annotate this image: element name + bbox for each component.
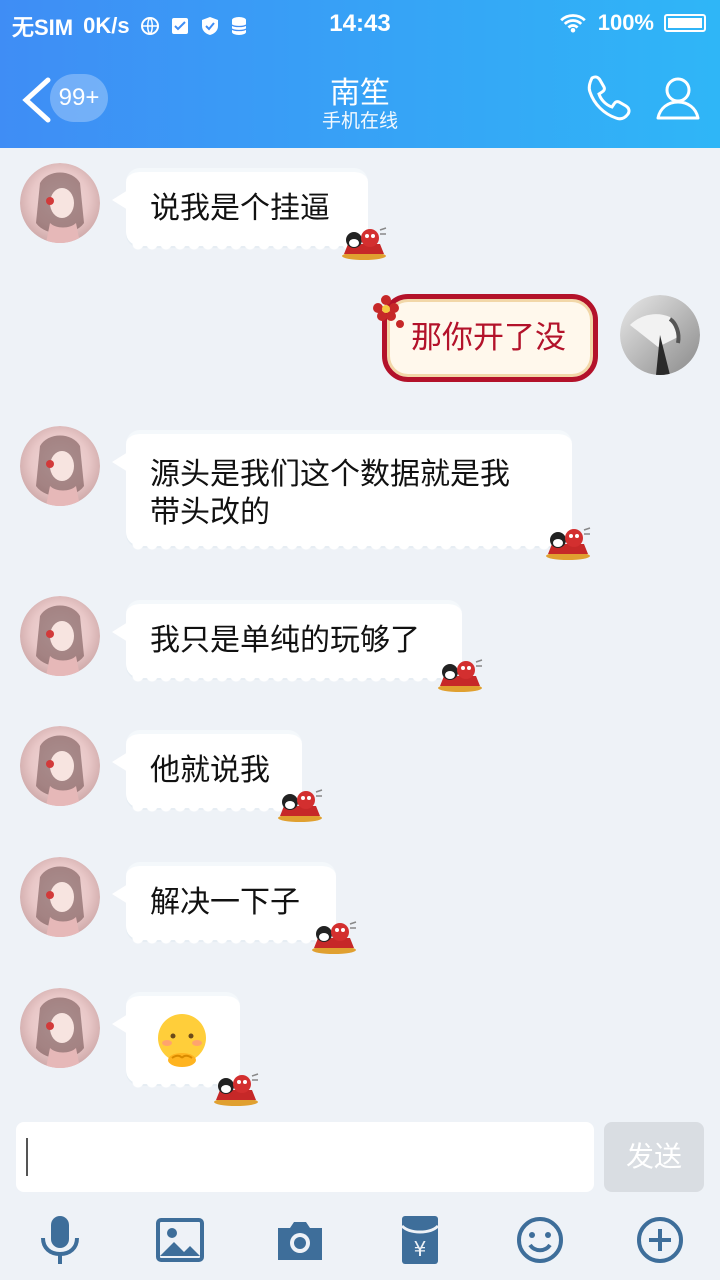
battery-percent: 100% [597, 10, 654, 35]
penguin-sled-sticker-icon [213, 1073, 259, 1106]
penguin-sled-sticker-icon [545, 527, 591, 560]
chat-header: 无SIM 0K/s 14:43 100% 99+ 南笙 手机在线 [0, 0, 720, 148]
message-bubble[interactable]: 我只是单纯的玩够了 [112, 600, 462, 688]
plum-blossom-icon [373, 295, 404, 328]
message-bubble[interactable]: 解决一下子 [112, 862, 336, 950]
battery-icon [664, 14, 706, 32]
send-button[interactable]: 发送 [604, 1122, 704, 1192]
plus-icon[interactable] [632, 1212, 688, 1268]
emoji-icon[interactable] [512, 1212, 568, 1268]
camera-icon[interactable] [272, 1212, 328, 1268]
message-text: 我只是单纯的玩够了 [150, 623, 420, 658]
phone-icon[interactable] [580, 70, 636, 126]
my-avatar[interactable] [620, 295, 700, 375]
message-text-line: 源头是我们这个数据就是我 [150, 457, 510, 492]
contact-avatar[interactable] [20, 426, 100, 506]
message-text-line: 带头改的 [150, 495, 270, 530]
image-icon[interactable] [152, 1212, 208, 1268]
message-text: 说我是个挂逼 [150, 191, 330, 226]
svg-text:¥: ¥ [414, 1237, 427, 1261]
wifi-icon [559, 14, 586, 33]
penguin-sled-sticker-icon [311, 921, 357, 954]
message-bubble[interactable]: 那你开了没 [382, 294, 598, 382]
status-bar: 无SIM 0K/s 14:43 100% [0, 0, 720, 48]
contact-avatar[interactable] [20, 163, 100, 243]
message-bubble[interactable] [112, 992, 240, 1094]
penguin-sled-sticker-icon [277, 789, 323, 822]
message-text: 解决一下子 [150, 885, 300, 920]
contact-avatar[interactable] [20, 857, 100, 937]
message-text: 那你开了没 [411, 320, 566, 356]
profile-icon[interactable] [650, 70, 706, 126]
message-text: 他就说我 [150, 753, 270, 788]
red-packet-icon[interactable]: ¥ [392, 1212, 448, 1268]
message-bubble[interactable]: 源头是我们这个数据就是我 带头改的 [112, 430, 572, 556]
penguin-sled-sticker-icon [341, 227, 387, 260]
penguin-sled-sticker-icon [437, 659, 483, 692]
message-input[interactable] [16, 1122, 594, 1192]
message-bubble[interactable]: 说我是个挂逼 [112, 168, 368, 256]
mic-icon[interactable] [32, 1212, 88, 1268]
shy-smiley-emoji-icon [158, 1014, 206, 1067]
contact-avatar[interactable] [20, 726, 100, 806]
contact-avatar[interactable] [20, 596, 100, 676]
contact-avatar[interactable] [20, 988, 100, 1068]
